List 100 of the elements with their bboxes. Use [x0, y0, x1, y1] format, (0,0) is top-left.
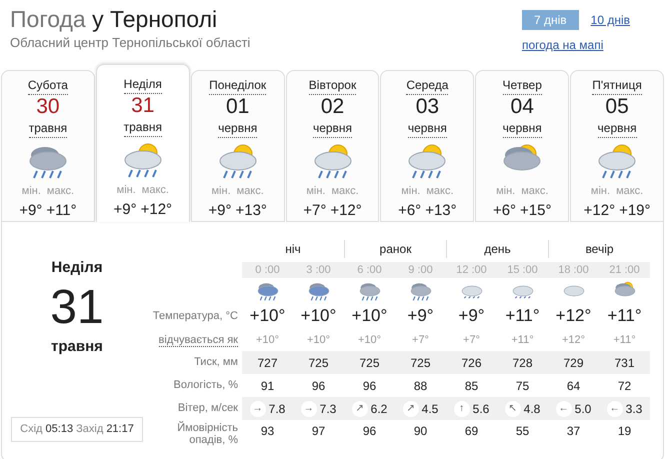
max-label: макс. — [426, 184, 454, 199]
date-number: 31 — [131, 94, 154, 118]
period-label: ніч — [285, 242, 301, 256]
feels-like-value: +12° — [562, 334, 586, 346]
month-label: червня — [312, 119, 352, 138]
period-label: вечір — [585, 242, 614, 256]
day-tab[interactable]: Середа 03 червня мін. макс. +6° +13° — [380, 70, 474, 222]
temperature-value: +10° — [352, 306, 388, 326]
max-label: макс. — [236, 184, 264, 199]
table-cell: 725 — [410, 356, 431, 370]
min-temperature: +7° — [303, 200, 326, 220]
max-temperature: +15° — [520, 200, 552, 220]
max-temperature: +13° — [425, 200, 457, 220]
max-label: макс. — [142, 183, 169, 198]
row-label: Ймовірність опадів, % — [177, 422, 238, 446]
temperature-value: +9° — [458, 306, 485, 326]
day-tab[interactable]: П'ятниця 05 червня мін. макс. +12° +19° — [570, 70, 664, 222]
day-tab[interactable]: Субота 30 травня мін. макс. +9° +11° — [1, 70, 95, 222]
period-label: ранок — [380, 242, 412, 256]
precipitation-value: 97 — [312, 424, 326, 438]
table-cell: 72 — [618, 378, 632, 392]
day-tab[interactable]: Вівторок 02 червня мін. макс. +7° +12° — [286, 70, 380, 222]
max-label: макс. — [46, 184, 74, 199]
hour-label: 15 :00 — [507, 264, 538, 276]
precipitation-value: 69 — [464, 424, 478, 438]
date-number: 04 — [510, 95, 534, 119]
feels-like-value: +10° — [358, 334, 382, 346]
table-cell: 96 — [362, 378, 376, 392]
min-temperature: +9° — [208, 200, 232, 220]
date-number: 02 — [320, 95, 344, 119]
month-label: червня — [598, 119, 637, 138]
precipitation-value: 96 — [362, 424, 376, 438]
temperature-value: +10° — [250, 306, 286, 326]
min-temperature: +6° — [492, 200, 516, 220]
precipitation-value: 37 — [566, 424, 580, 438]
temperature-value: +12° — [556, 306, 592, 326]
table-cell: 91 — [260, 378, 274, 392]
table-cell: 729 — [563, 356, 584, 370]
temperature-value: +11° — [505, 306, 540, 326]
temperature-value: +11° — [607, 306, 642, 326]
day-tab[interactable]: Неділя 31 травня мін. макс. +9° +12° — [96, 64, 190, 222]
max-temperature: +13° — [235, 200, 267, 220]
wind-speed: 5.0 — [574, 400, 592, 418]
table-cell: 96 — [312, 378, 326, 392]
table-cell: 64 — [566, 378, 580, 392]
wind-speed: 7.3 — [320, 400, 336, 418]
period-label: день — [484, 242, 511, 256]
date-number: 30 — [36, 95, 60, 119]
hour-label: 12 :00 — [456, 264, 487, 276]
month-label: червня — [408, 119, 447, 138]
min-label: мін. — [590, 184, 610, 199]
min-label: мін. — [496, 184, 516, 199]
precipitation-value: 90 — [414, 424, 428, 438]
hour-label: 9 :00 — [408, 264, 433, 276]
period-tab[interactable]: 10 днів — [590, 11, 630, 29]
min-label: мін. — [306, 184, 326, 199]
table-cell: 75 — [516, 378, 530, 392]
min-temperature: +9° — [19, 200, 42, 220]
min-temperature: +6° — [398, 200, 422, 220]
wind-speed: 6.2 — [370, 400, 388, 418]
temperature-value: +10° — [300, 306, 336, 326]
feels-like-value: +7° — [463, 334, 480, 346]
row-label: Температура, °C — [152, 310, 238, 322]
day-tab[interactable]: Четвер 04 червня мін. макс. +6° +15° — [475, 70, 570, 222]
table-cell: 88 — [414, 378, 428, 392]
day-tab[interactable]: Понеділок 01 червня мін. макс. +9° +13° — [190, 70, 285, 222]
wind-speed: 4.8 — [524, 400, 540, 418]
detail-month: травня — [51, 336, 103, 356]
weekday-label: Четвер — [502, 76, 542, 95]
feels-like-value: +10° — [256, 334, 280, 346]
page-title: Погода у Тернополі — [10, 6, 218, 32]
temperature-value: +9° — [407, 306, 434, 326]
hour-label: 6 :00 — [357, 264, 382, 276]
min-label: мін. — [116, 183, 136, 198]
date-number: 01 — [226, 95, 250, 119]
feels-like-value: +10° — [306, 334, 330, 346]
table-cell: 85 — [464, 378, 478, 392]
hour-label: 18 :00 — [558, 264, 589, 276]
row-label: Вітер, м/сек — [178, 402, 238, 414]
table-cell: 728 — [512, 356, 533, 370]
max-temperature: +19° — [619, 200, 651, 220]
feels-like-value: +11° — [613, 334, 636, 346]
weekday-label: Середа — [406, 76, 448, 95]
month-label: червня — [218, 119, 258, 138]
detail-date: 31 — [50, 280, 104, 336]
weekday-label: Неділя — [124, 75, 162, 94]
table-cell: 726 — [461, 356, 482, 370]
map-link[interactable]: погода на мапі — [522, 36, 604, 54]
detail-weekday: Неділя — [51, 258, 103, 278]
month-label: травня — [28, 119, 68, 138]
feels-like-value: +7° — [412, 334, 429, 346]
date-number: 03 — [416, 95, 440, 119]
min-temperature: +12° — [584, 200, 616, 220]
row-label: Тиск, мм — [194, 356, 238, 368]
wind-speed: 3.3 — [626, 400, 642, 418]
min-label: мін. — [401, 184, 420, 199]
month-label: червня — [502, 119, 542, 138]
table-cell: 727 — [257, 356, 278, 370]
hour-label: 0 :00 — [255, 264, 280, 276]
page-subtitle: Обласний центр Тернопільської області — [10, 34, 250, 52]
